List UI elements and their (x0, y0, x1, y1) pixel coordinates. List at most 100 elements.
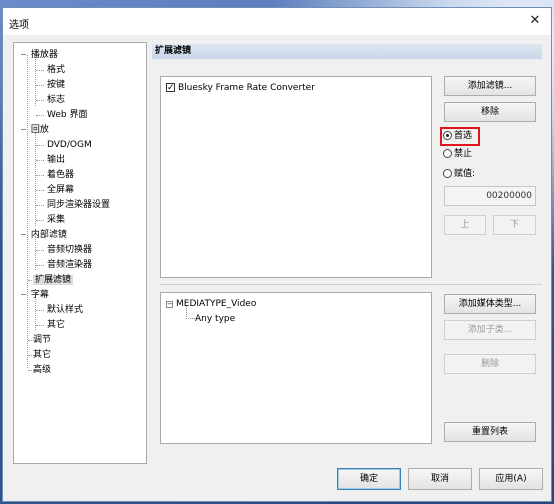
filter-enabled-checkbox[interactable] (166, 81, 175, 95)
delete-button[interactable]: 删除 (444, 354, 536, 374)
tree-connector (36, 325, 44, 326)
tree-connector (36, 265, 44, 266)
tree-connector (36, 190, 44, 191)
tree-item-label: 音频切换器 (47, 245, 93, 255)
radio-label: 首选 (454, 131, 473, 141)
media-type-tree[interactable]: − MEDIATYPE_Video Any type (160, 292, 432, 444)
tree-item-logo[interactable]: 标志 (47, 93, 65, 107)
add-subtype-button[interactable]: 添加子类... (444, 320, 536, 340)
collapse-icon[interactable]: − (20, 228, 28, 242)
tree-connector (36, 115, 44, 116)
tree-connector (186, 306, 195, 319)
ok-button[interactable]: 确定 (337, 468, 401, 490)
reset-list-button[interactable]: 重置列表 (444, 422, 536, 442)
tree-item-label: 高级 (33, 365, 52, 375)
tree-item-dvd-ogm[interactable]: DVD/OGM (47, 138, 92, 152)
add-media-type-button[interactable]: 添加媒体类型... (444, 294, 536, 314)
remove-filter-button[interactable]: 移除 (444, 102, 536, 122)
tree-connector (36, 145, 44, 146)
tree-item-label: 默认样式 (47, 305, 84, 315)
window-title: 选项 (9, 20, 29, 31)
tree-item-audio-switcher[interactable]: 音频切换器 (47, 243, 92, 257)
tree-item-label: 同步渲染器设置 (47, 200, 111, 210)
tree-connector (35, 57, 36, 106)
merit-value-field[interactable]: 00200000 (444, 186, 536, 206)
divider (160, 284, 542, 285)
tree-item-label: 字幕 (30, 290, 49, 300)
tree-connector (36, 175, 44, 176)
tree-item-audio-renderer[interactable]: 音频渲染器 (47, 258, 92, 272)
filter-list-item[interactable]: Bluesky Frame Rate Converter (166, 81, 315, 95)
tree-item-label: 回放 (30, 125, 49, 135)
tree-item-fullscreen[interactable]: 全屏幕 (47, 183, 74, 197)
external-filter-list[interactable]: Bluesky Frame Rate Converter (160, 76, 432, 278)
tree-connector (36, 70, 44, 71)
title-bar: 选项 ✕ (3, 8, 551, 35)
tree-item-default-style[interactable]: 默认样式 (47, 303, 83, 317)
tree-item-tweaks[interactable]: 调节 (33, 333, 51, 347)
media-subtype-item[interactable]: Any type (195, 312, 235, 326)
radio-label: 禁止 (454, 149, 473, 159)
collapse-icon[interactable]: − (166, 301, 173, 308)
radio-selected-icon (443, 131, 452, 140)
merit-prefer-radio[interactable]: 首选 (443, 129, 472, 143)
tree-item-player[interactable]: − 播放器 (20, 48, 58, 62)
collapse-icon[interactable]: − (20, 48, 28, 62)
radio-label: 赋值: (454, 169, 476, 179)
tree-item-label: 扩展滤镜 (33, 275, 74, 285)
tree-item-label: 格式 (47, 65, 66, 75)
tree-item-output[interactable]: 输出 (47, 153, 65, 167)
tree-item-keys[interactable]: 按键 (47, 78, 65, 92)
tree-item-formats[interactable]: 格式 (47, 63, 65, 77)
tree-item-label: 全屏幕 (47, 185, 75, 195)
move-down-button[interactable]: 下 (493, 215, 536, 235)
options-tree[interactable]: − 播放器 格式 按键 标志 Web 界面 − 回放 DVD/OGM 输出 着色… (13, 42, 147, 464)
tree-connector (36, 220, 44, 221)
tree-connector (35, 132, 36, 226)
tree-item-label: 着色器 (47, 170, 75, 180)
tree-connector (36, 100, 44, 101)
collapse-icon[interactable]: − (20, 288, 28, 302)
move-up-button[interactable]: 上 (444, 215, 486, 235)
tree-item-label: 按键 (47, 80, 66, 90)
tree-item-internal-filters[interactable]: − 内部滤镜 (20, 228, 67, 242)
cancel-button[interactable]: 取消 (408, 468, 472, 490)
tree-item-label: 其它 (33, 350, 52, 360)
tree-item-web-interface[interactable]: Web 界面 (47, 108, 87, 122)
tree-item-capture[interactable]: 采集 (47, 213, 65, 227)
tree-item-label: Web 界面 (47, 110, 88, 120)
tree-item-shaders[interactable]: 着色器 (47, 168, 74, 182)
tree-item-label: 标志 (47, 95, 66, 105)
add-filter-button[interactable]: 添加滤镜... (444, 76, 536, 96)
tree-item-label: 其它 (47, 320, 66, 330)
tree-item-label: 调节 (33, 335, 52, 345)
radio-icon (443, 169, 452, 178)
tree-item-label: 内部滤镜 (30, 230, 67, 240)
tree-connector (27, 55, 28, 368)
tree-connector (36, 85, 44, 86)
tree-item-subtitles-misc[interactable]: 其它 (47, 318, 65, 332)
tree-connector (36, 160, 44, 161)
radio-icon (443, 149, 452, 158)
filter-name: Bluesky Frame Rate Converter (178, 83, 315, 93)
apply-button[interactable]: 应用(A) (479, 468, 543, 490)
merit-set-radio[interactable]: 赋值: (443, 167, 475, 181)
close-icon[interactable]: ✕ (525, 12, 545, 30)
media-type-item[interactable]: − MEDIATYPE_Video (166, 297, 256, 311)
tree-item-label: 采集 (47, 215, 66, 225)
tree-item-label: 音频渲染器 (47, 260, 93, 270)
tree-item-external-filters[interactable]: 扩展滤镜 (33, 273, 74, 287)
options-dialog: 选项 ✕ − 播放器 格式 按键 标志 Web 界面 − 回放 DVD/OGM … (2, 7, 552, 502)
tree-item-misc[interactable]: 其它 (33, 348, 51, 362)
collapse-icon[interactable]: − (20, 123, 28, 137)
merit-block-radio[interactable]: 禁止 (443, 147, 472, 161)
tree-item-advanced[interactable]: 高级 (33, 363, 51, 377)
tree-item-subtitles[interactable]: − 字幕 (20, 288, 49, 302)
tree-item-label: DVD/OGM (47, 140, 92, 150)
tree-connector (36, 250, 44, 251)
tree-item-sync-renderer[interactable]: 同步渲染器设置 (47, 198, 110, 212)
tree-item-label: 播放器 (30, 50, 58, 60)
tree-connector (36, 205, 44, 206)
tree-item-playback[interactable]: − 回放 (20, 123, 49, 137)
section-header: 扩展滤镜 (152, 44, 542, 59)
